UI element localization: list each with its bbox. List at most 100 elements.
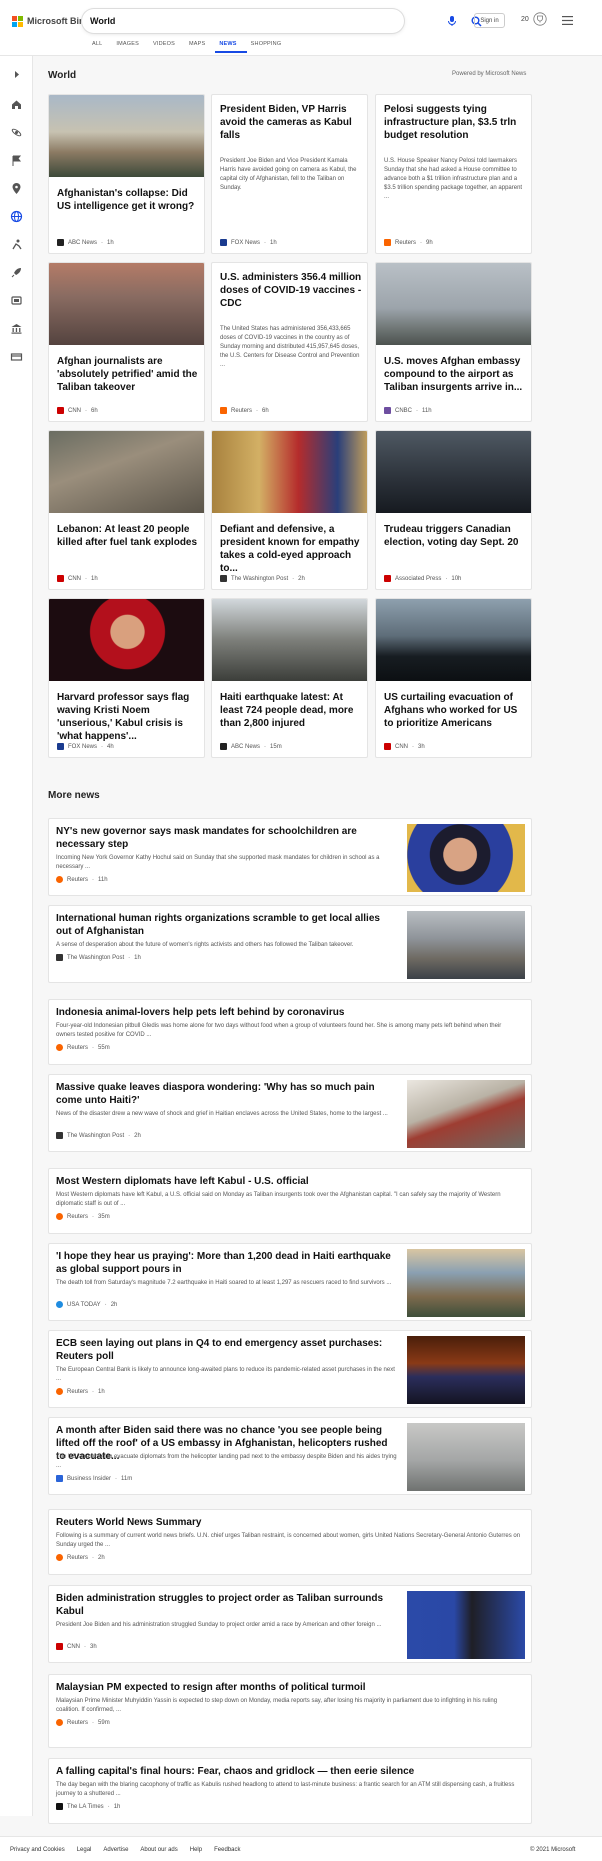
news-card-title[interactable]: Afghan journalists are 'absolutely petri… [57, 355, 199, 394]
publisher-name: Reuters [67, 876, 89, 883]
news-card-title[interactable]: Lebanon: At least 20 people killed after… [57, 523, 199, 549]
footer-link[interactable]: About our ads [140, 1847, 177, 1853]
news-card[interactable]: Haiti earthquake latest: At least 724 pe… [211, 598, 368, 758]
tab-shopping[interactable]: SHOPPING [247, 41, 292, 53]
news-card[interactable]: Harvard professor says flag waving Krist… [48, 598, 205, 758]
bing-logo[interactable]: Microsoft Bing [12, 14, 90, 28]
news-item-thumbnail[interactable] [407, 911, 525, 979]
news-item-snippet: A sense of desperation about the future … [56, 942, 354, 948]
publisher-name: Reuters [67, 1719, 89, 1726]
footer-link[interactable]: Advertise [103, 1847, 128, 1853]
news-list-item[interactable]: A month after Biden said there was no ch… [48, 1417, 532, 1495]
news-item-thumbnail[interactable] [407, 1423, 525, 1491]
news-card[interactable]: US curtailing evacuation of Afghans who … [375, 598, 532, 758]
footer-link[interactable]: Legal [77, 1847, 92, 1853]
tab-maps[interactable]: MAPS [185, 41, 215, 53]
news-list-item[interactable]: A falling capital's final hours: Fear, c… [48, 1758, 532, 1824]
news-card-image[interactable] [212, 599, 367, 681]
footer-link[interactable]: Feedback [214, 1847, 240, 1853]
news-card[interactable]: U.S. administers 356.4 million doses of … [211, 262, 368, 422]
news-list-item[interactable]: Most Western diplomats have left Kabul -… [48, 1168, 532, 1234]
publish-age: 3h [90, 1643, 97, 1650]
globe-icon[interactable] [10, 210, 23, 223]
news-item-title[interactable]: Biden administration struggles to projec… [56, 1592, 398, 1618]
microphone-icon[interactable] [446, 15, 458, 27]
news-card[interactable]: Lebanon: At least 20 people killed after… [48, 430, 205, 590]
news-card-image[interactable] [376, 431, 531, 513]
news-list-item[interactable]: Indonesia animal-lovers help pets left b… [48, 999, 532, 1065]
expand-chevron-icon[interactable] [10, 68, 23, 81]
news-card[interactable]: Defiant and defensive, a president known… [211, 430, 368, 590]
news-list-item[interactable]: Malaysian PM expected to resign after mo… [48, 1674, 532, 1748]
news-list-item[interactable]: Biden administration struggles to projec… [48, 1585, 532, 1663]
tab-videos[interactable]: VIDEOS [149, 41, 185, 53]
news-card-image[interactable] [212, 431, 367, 513]
news-item-title[interactable]: Reuters World News Summary [56, 1516, 522, 1529]
footer-link[interactable]: Privacy and Cookies [10, 1847, 65, 1853]
science-icon[interactable] [10, 126, 23, 139]
news-card-title[interactable]: Haiti earthquake latest: At least 724 pe… [220, 691, 362, 730]
news-card-title[interactable]: Afghanistan's collapse: Did US intellige… [57, 187, 199, 213]
sports-icon[interactable] [10, 238, 23, 251]
news-card[interactable]: U.S. moves Afghan embassy compound to th… [375, 262, 532, 422]
footer-link[interactable]: Help [190, 1847, 202, 1853]
news-item-title[interactable]: Massive quake leaves diaspora wondering:… [56, 1081, 398, 1107]
news-card-title[interactable]: Trudeau triggers Canadian election, voti… [384, 523, 526, 549]
news-item-title[interactable]: ECB seen laying out plans in Q4 to end e… [56, 1337, 398, 1363]
news-item-title[interactable]: A falling capital's final hours: Fear, c… [56, 1765, 522, 1778]
news-item-title[interactable]: Indonesia animal-lovers help pets left b… [56, 1006, 522, 1019]
rewards-points[interactable]: 20 [521, 16, 529, 23]
flag-icon[interactable] [10, 154, 23, 167]
news-card-title[interactable]: President Biden, VP Harris avoid the cam… [220, 103, 362, 142]
news-card-title[interactable]: Harvard professor says flag waving Krist… [57, 691, 199, 743]
rocket-icon[interactable] [10, 266, 23, 279]
politics-building-icon[interactable] [10, 322, 23, 335]
news-card-image[interactable] [49, 599, 204, 681]
news-card[interactable]: Afghan journalists are 'absolutely petri… [48, 262, 205, 422]
tab-news[interactable]: NEWS [215, 41, 247, 53]
news-item-title[interactable]: Malaysian PM expected to resign after mo… [56, 1681, 522, 1694]
news-card-image[interactable] [49, 431, 204, 513]
search-input[interactable] [90, 13, 340, 29]
news-card-title[interactable]: Pelosi suggests tying infrastructure pla… [384, 103, 526, 142]
news-item-thumbnail[interactable] [407, 1080, 525, 1148]
news-card-image[interactable] [49, 263, 204, 345]
news-item-thumbnail[interactable] [407, 1336, 525, 1404]
news-card-title[interactable]: US curtailing evacuation of Afghans who … [384, 691, 526, 730]
news-card[interactable]: President Biden, VP Harris avoid the cam… [211, 94, 368, 254]
news-item-thumbnail[interactable] [407, 824, 525, 892]
home-icon[interactable] [10, 98, 23, 111]
news-card-title[interactable]: U.S. moves Afghan embassy compound to th… [384, 355, 526, 394]
rewards-trophy-icon[interactable] [533, 12, 547, 26]
news-item-thumbnail[interactable] [407, 1249, 525, 1317]
news-list-item[interactable]: 'I hope they hear us praying': More than… [48, 1243, 532, 1321]
money-icon[interactable] [10, 350, 23, 363]
powered-by-label[interactable]: Powered by Microsoft News [452, 71, 526, 77]
news-item-title[interactable]: NY's new governor says mask mandates for… [56, 825, 398, 851]
news-item-title[interactable]: 'I hope they hear us praying': More than… [56, 1250, 398, 1276]
news-list-item[interactable]: Massive quake leaves diaspora wondering:… [48, 1074, 532, 1152]
news-card-image[interactable] [376, 263, 531, 345]
news-card[interactable]: Afghanistan's collapse: Did US intellige… [48, 94, 205, 254]
news-item-title[interactable]: Most Western diplomats have left Kabul -… [56, 1175, 522, 1188]
news-list-item[interactable]: International human rights organizations… [48, 905, 532, 983]
location-pin-icon[interactable] [10, 182, 23, 195]
news-card-title[interactable]: U.S. administers 356.4 million doses of … [220, 271, 362, 310]
news-item-title[interactable]: International human rights organizations… [56, 912, 398, 938]
news-list-item[interactable]: Reuters World News Summary Following is a… [48, 1509, 532, 1575]
separator: · [416, 407, 419, 414]
sign-in-button[interactable]: Sign in [474, 13, 505, 28]
news-card-image[interactable] [49, 95, 204, 177]
news-card[interactable]: Pelosi suggests tying infrastructure pla… [375, 94, 532, 254]
tab-images[interactable]: IMAGES [112, 41, 149, 53]
separator: · [115, 1475, 118, 1482]
news-item-thumbnail[interactable] [407, 1591, 525, 1659]
news-list-item[interactable]: NY's new governor says mask mandates for… [48, 818, 532, 896]
news-card[interactable]: Trudeau triggers Canadian election, voti… [375, 430, 532, 590]
tab-all[interactable]: ALL [88, 41, 112, 53]
news-list-item[interactable]: ECB seen laying out plans in Q4 to end e… [48, 1330, 532, 1408]
entertainment-icon[interactable] [10, 294, 23, 307]
news-card-title[interactable]: Defiant and defensive, a president known… [220, 523, 362, 575]
news-card-image[interactable] [376, 599, 531, 681]
hamburger-menu-icon[interactable] [562, 16, 573, 25]
